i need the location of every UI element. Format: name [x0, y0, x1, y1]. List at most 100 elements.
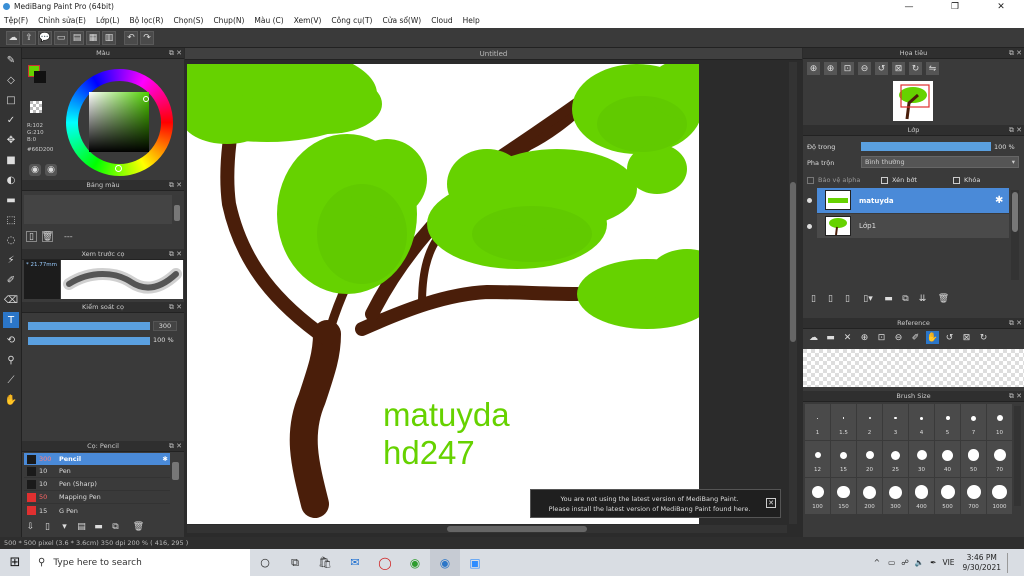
brush-size-cell-50[interactable]: 50 — [961, 441, 986, 477]
reference-cloud-icon[interactable]: ☁ — [807, 331, 820, 344]
add-brush-icon[interactable]: ▯ — [41, 522, 54, 532]
hue-ring[interactable] — [66, 69, 173, 176]
language-indicator[interactable]: VIE — [942, 558, 954, 567]
panel-close-icon[interactable]: ⧉ ✕ — [1009, 48, 1022, 59]
brush-size-input[interactable]: 300 — [153, 321, 177, 331]
reference-view[interactable] — [803, 349, 1024, 387]
eraser-tool-icon[interactable]: ◇ — [3, 72, 19, 88]
lock-checkbox[interactable]: Khóa — [953, 176, 980, 184]
menu-tools[interactable]: Công cụ(T) — [331, 16, 372, 25]
gradient-icon[interactable]: ▬ — [3, 192, 19, 208]
pen-icon[interactable]: ✒ — [930, 558, 936, 567]
taskbar-search-box[interactable]: ⚲ Type here to search — [30, 549, 250, 576]
fill-rect-icon[interactable]: ■ — [3, 152, 19, 168]
network-icon[interactable]: ☍ — [901, 558, 909, 567]
cloud-icon[interactable]: ☁ — [6, 30, 20, 45]
brush-size-cell-4[interactable]: 4 — [909, 404, 934, 440]
panel-close-icon[interactable]: ⧉ ✕ — [169, 180, 182, 191]
brush-menu-icon[interactable]: ▾ — [58, 522, 71, 532]
cortana-icon[interactable]: ○ — [250, 556, 280, 569]
panel-icon[interactable]: ▤ — [70, 30, 84, 45]
redo-icon[interactable]: ↷ — [140, 30, 154, 45]
new-layer-alt-icon[interactable]: ▯ — [824, 294, 837, 304]
reference-close-icon[interactable]: ✕ — [841, 331, 854, 344]
brush-size-cell-7[interactable]: 7 — [961, 404, 986, 440]
reference-fit-icon[interactable]: ⊡ — [875, 331, 888, 344]
menu-filter[interactable]: Bộ lọc(R) — [130, 16, 164, 25]
operation-icon[interactable]: ⟲ — [3, 332, 19, 348]
menu-cloud[interactable]: Cloud — [431, 16, 452, 25]
brush-size-cell-40[interactable]: 40 — [935, 441, 960, 477]
battery-icon[interactable]: ▭ — [888, 558, 895, 567]
zoom-app-icon[interactable]: ▣ — [460, 556, 490, 570]
select-icon[interactable]: ⬚ — [3, 212, 19, 228]
windows-start-icon[interactable]: ⊞ — [0, 549, 30, 576]
bucket-icon[interactable]: ◐ — [3, 172, 19, 188]
duplicate-brush-icon[interactable]: ⧉ — [109, 522, 122, 532]
brush-size-cell-30[interactable]: 30 — [909, 441, 934, 477]
divide-icon[interactable]: ⟋ — [3, 372, 19, 388]
layer-row-lop1[interactable]: Lớp1 — [803, 214, 1009, 238]
delete-brush-icon[interactable]: 🗑 — [132, 522, 145, 532]
zoom-out-icon[interactable]: ⊖ — [858, 62, 871, 75]
panel-close-icon[interactable]: ⧉ ✕ — [1009, 391, 1022, 402]
brush-size-slider[interactable] — [28, 322, 150, 330]
brush-opacity-slider[interactable] — [28, 337, 150, 345]
canvas-tab[interactable]: Untitled — [185, 48, 802, 60]
brush-size-cell-20[interactable]: 20 — [857, 441, 882, 477]
mail-icon[interactable]: ✉ — [340, 556, 370, 569]
flip-icon[interactable]: ⇋ — [926, 62, 939, 75]
grid-icon[interactable]: ▦ — [86, 30, 100, 45]
export-icon[interactable]: ⇪ — [22, 30, 36, 45]
chrome-alt-icon[interactable]: ◉ — [400, 556, 430, 570]
panel-close-icon[interactable]: ⧉ ✕ — [1009, 125, 1022, 136]
menu-view[interactable]: Xem(V) — [294, 16, 322, 25]
merge-layer-icon[interactable]: ⇊ — [916, 294, 929, 304]
update-notification[interactable]: You are not using the latest version of … — [530, 489, 781, 518]
hue-handle[interactable] — [115, 165, 122, 172]
brush-size-cell-2[interactable]: 2 — [857, 404, 882, 440]
brush-folder-icon[interactable]: ▬ — [92, 522, 105, 532]
canvas-hscroll-thumb[interactable] — [447, 526, 587, 532]
brush-size-cell-300[interactable]: 300 — [883, 478, 908, 514]
layer-menu-icon[interactable]: ▯▾ — [858, 294, 878, 304]
brush-size-cell-70[interactable]: 70 — [987, 441, 1012, 477]
color-picker-handle[interactable] — [143, 96, 149, 102]
reference-actual-icon[interactable]: ⊠ — [960, 331, 973, 344]
layout-icon[interactable]: ▥ — [102, 30, 116, 45]
eye-icon[interactable] — [807, 224, 812, 229]
brush-size-cell-150[interactable]: 150 — [831, 478, 856, 514]
layer-row-matuyda[interactable]: matuyda ✱ — [803, 188, 1009, 213]
layer-opacity-slider[interactable] — [861, 142, 991, 151]
brush-size-scrollbar[interactable] — [1014, 406, 1021, 506]
eye-icon[interactable] — [807, 198, 812, 203]
comment-icon[interactable]: ▭ — [54, 30, 68, 45]
canvas-vscroll[interactable] — [789, 62, 797, 524]
gear-icon[interactable]: ✱ — [995, 195, 1003, 206]
store-icon[interactable]: 🛍 — [310, 556, 340, 569]
background-color-swatch[interactable] — [34, 71, 46, 83]
dot-tool-icon[interactable]: ✓ — [3, 112, 19, 128]
brush-size-cell-1.5[interactable]: 1.5 — [831, 404, 856, 440]
brush-list-scrollbar[interactable] — [172, 462, 179, 480]
notification-close-icon[interactable]: ✕ — [766, 498, 776, 508]
new-halftone-layer-icon[interactable]: ▯ — [841, 294, 854, 304]
brush-size-cell-500[interactable]: 500 — [935, 478, 960, 514]
close-button[interactable]: ✕ — [978, 0, 1024, 13]
brush-size-cell-3[interactable]: 3 — [883, 404, 908, 440]
notifications-icon[interactable] — [1007, 552, 1021, 573]
saturation-square[interactable] — [89, 92, 149, 152]
brush-size-cell-200[interactable]: 200 — [857, 478, 882, 514]
rotate-left-icon[interactable]: ↺ — [875, 62, 888, 75]
delete-palette-icon[interactable]: 🗑 — [42, 231, 53, 242]
minimize-button[interactable]: — — [886, 0, 932, 13]
brush-item-mapping-pen[interactable]: 50 Mapping Pen — [24, 491, 170, 504]
reference-eyedropper-icon[interactable]: ✐ — [909, 331, 922, 344]
brush-item-pen[interactable]: 10 Pen — [24, 465, 170, 478]
reference-hand-icon[interactable]: ✋ — [926, 331, 939, 344]
panel-close-icon[interactable]: ⧉ ✕ — [169, 249, 182, 260]
brush-size-cell-5[interactable]: 5 — [935, 404, 960, 440]
blend-mode-select[interactable]: Bình thường ▾ — [861, 156, 1019, 168]
menu-select[interactable]: Chọn(S) — [173, 16, 203, 25]
maximize-button[interactable]: ❐ — [932, 0, 978, 13]
